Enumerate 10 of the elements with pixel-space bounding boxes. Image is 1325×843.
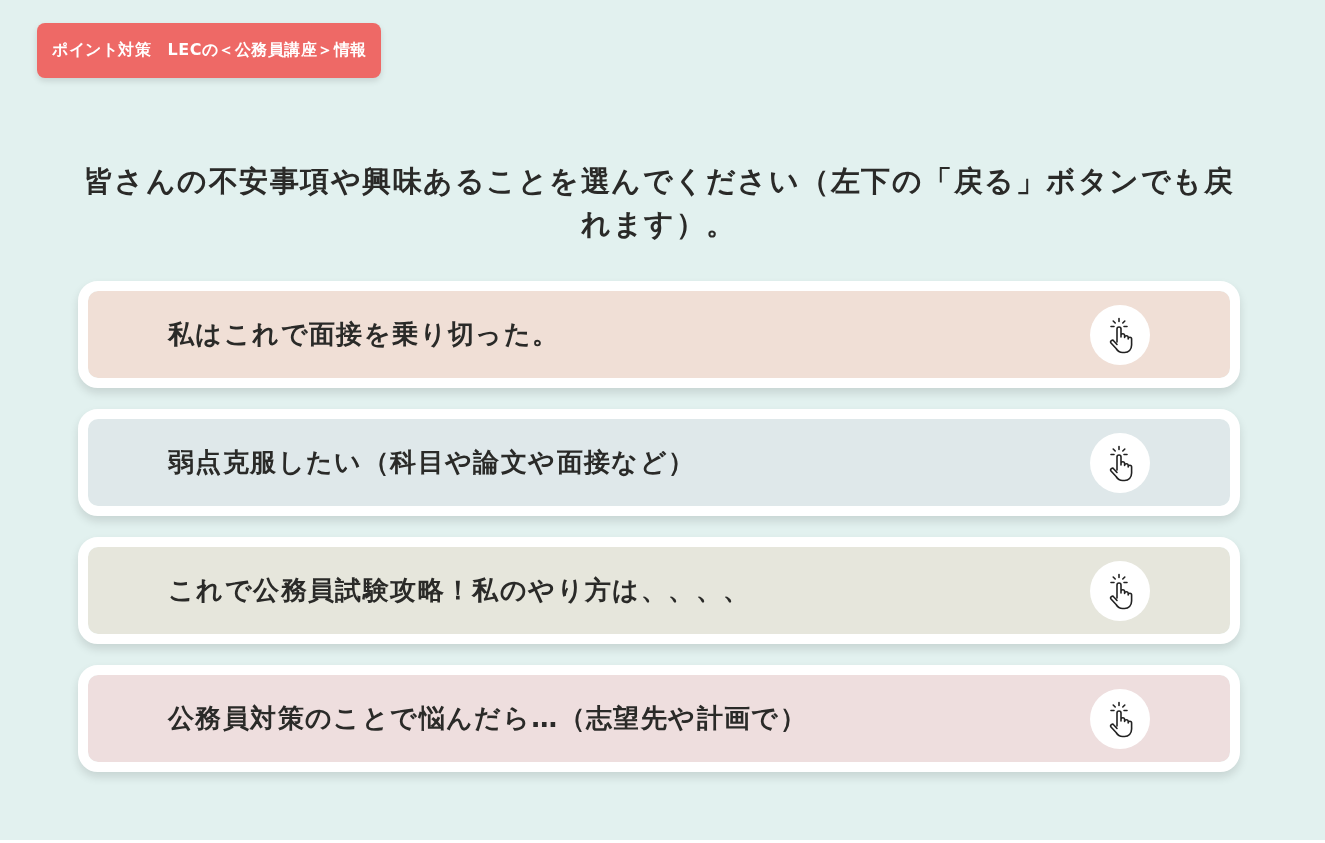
option-card[interactable]: 弱点克服したい（科目や論文や面接など） bbox=[78, 409, 1240, 516]
tap-hand-icon bbox=[1090, 432, 1150, 493]
option-card[interactable]: 私はこれで面接を乗り切った。 bbox=[78, 281, 1240, 388]
tap-hand-icon bbox=[1090, 560, 1150, 621]
option-card[interactable]: これで公務員試験攻略！私のやり方は、、、、 bbox=[78, 537, 1240, 644]
prompt-heading: 皆さんの不安事項や興味あることを選んでください（左下の「戻る」ボタンでも戻れます）。 bbox=[82, 163, 1236, 243]
tap-hand-icon bbox=[1090, 688, 1150, 749]
tap-hand-icon bbox=[1090, 304, 1150, 365]
option-card[interactable]: 公務員対策のことで悩んだら…（志望先や計画で） bbox=[78, 665, 1240, 772]
category-tag: ポイント対策 LECの＜公務員講座＞情報 bbox=[37, 23, 381, 78]
